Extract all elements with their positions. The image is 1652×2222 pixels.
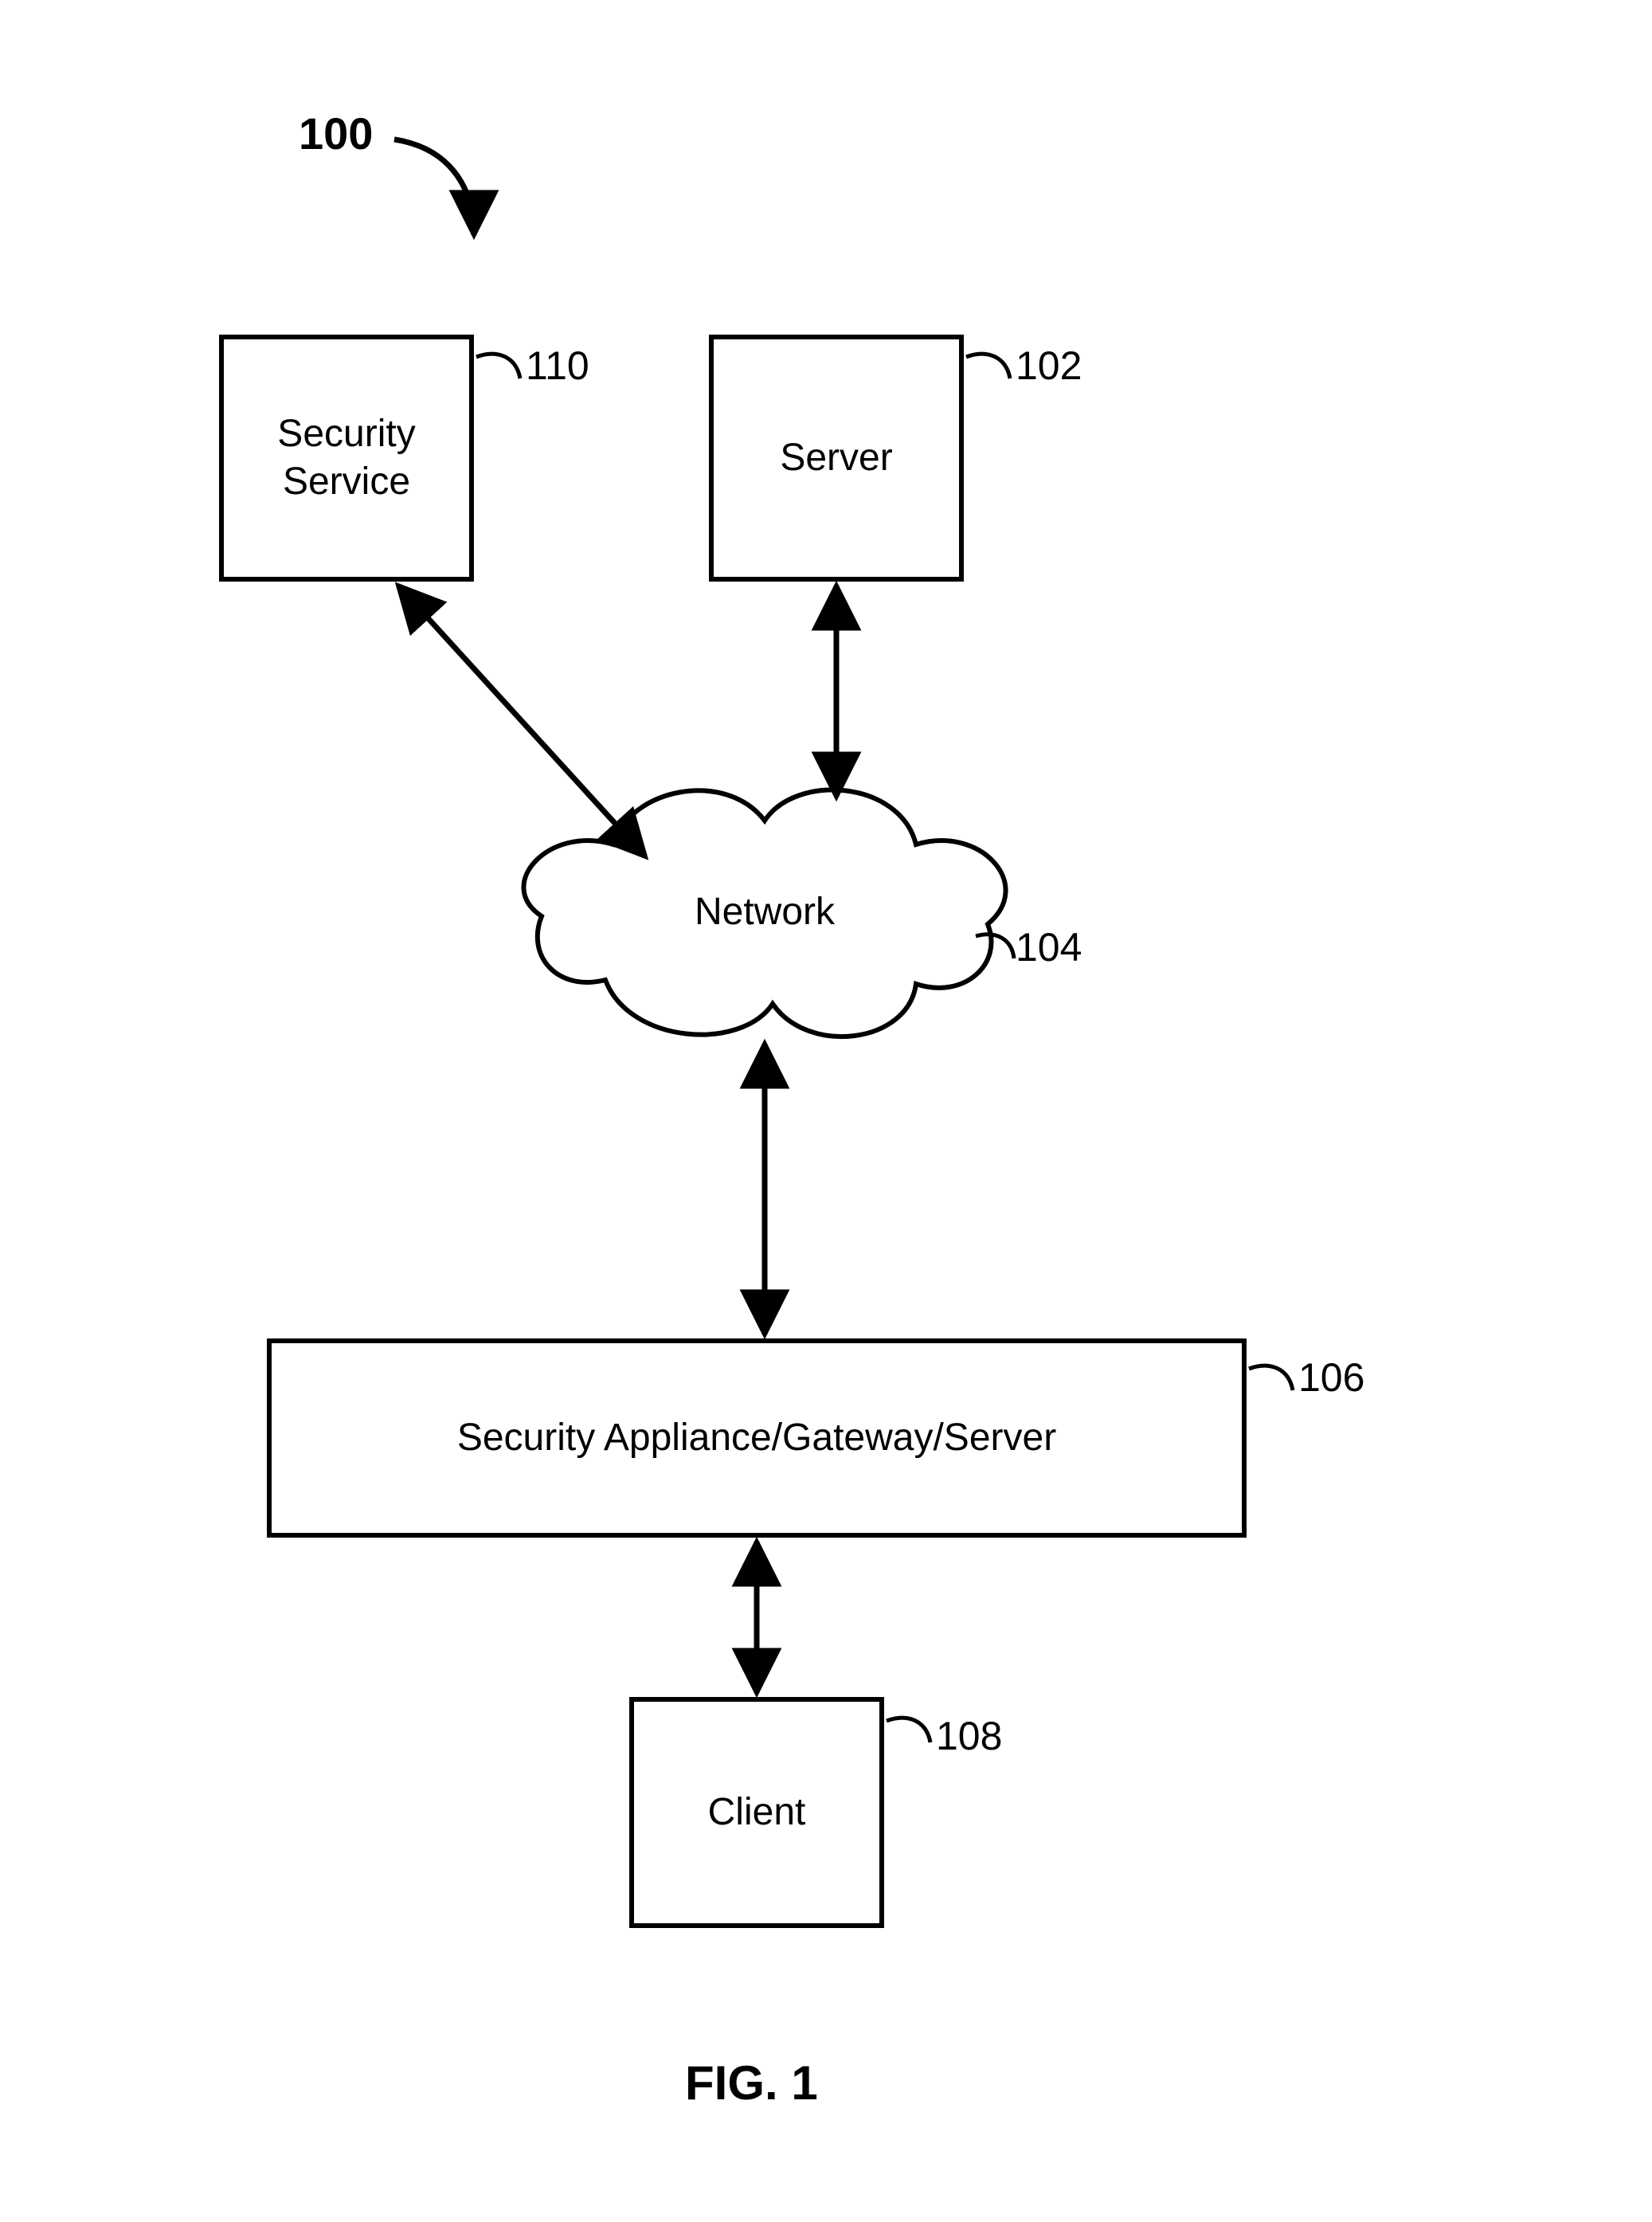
node-security-service: Security Service (219, 335, 474, 582)
node-network-label: Network (695, 891, 836, 933)
leader-104-icon (976, 935, 1014, 958)
node-gateway-ref: 106 (1298, 1354, 1364, 1401)
figure-ref-main: 100 (299, 108, 373, 159)
leader-108-icon (887, 1718, 930, 1742)
node-security-service-ref: 110 (526, 343, 589, 389)
node-gateway: Security Appliance/Gateway/Server (267, 1338, 1247, 1538)
edge-security-network (398, 586, 645, 856)
node-security-service-label: Security Service (277, 410, 415, 506)
ref-main-arrow-icon (394, 139, 474, 235)
node-server: Server (709, 335, 964, 582)
node-gateway-label: Security Appliance/Gateway/Server (457, 1414, 1056, 1462)
leader-110-icon (476, 354, 520, 378)
node-network-ref: 104 (1016, 924, 1082, 970)
node-client-label: Client (708, 1789, 806, 1836)
node-server-label: Server (780, 434, 892, 482)
diagram-canvas: 100 Security Service 110 Server 102 104 … (0, 0, 1652, 2222)
node-client: Client (629, 1697, 884, 1928)
leader-102-icon (966, 354, 1010, 378)
figure-caption: FIG. 1 (685, 2055, 818, 2110)
node-network-cloud-icon: Network (523, 790, 1005, 1037)
leader-106-icon (1249, 1366, 1293, 1390)
node-client-ref: 108 (936, 1713, 1002, 1759)
node-server-ref: 102 (1016, 343, 1082, 389)
